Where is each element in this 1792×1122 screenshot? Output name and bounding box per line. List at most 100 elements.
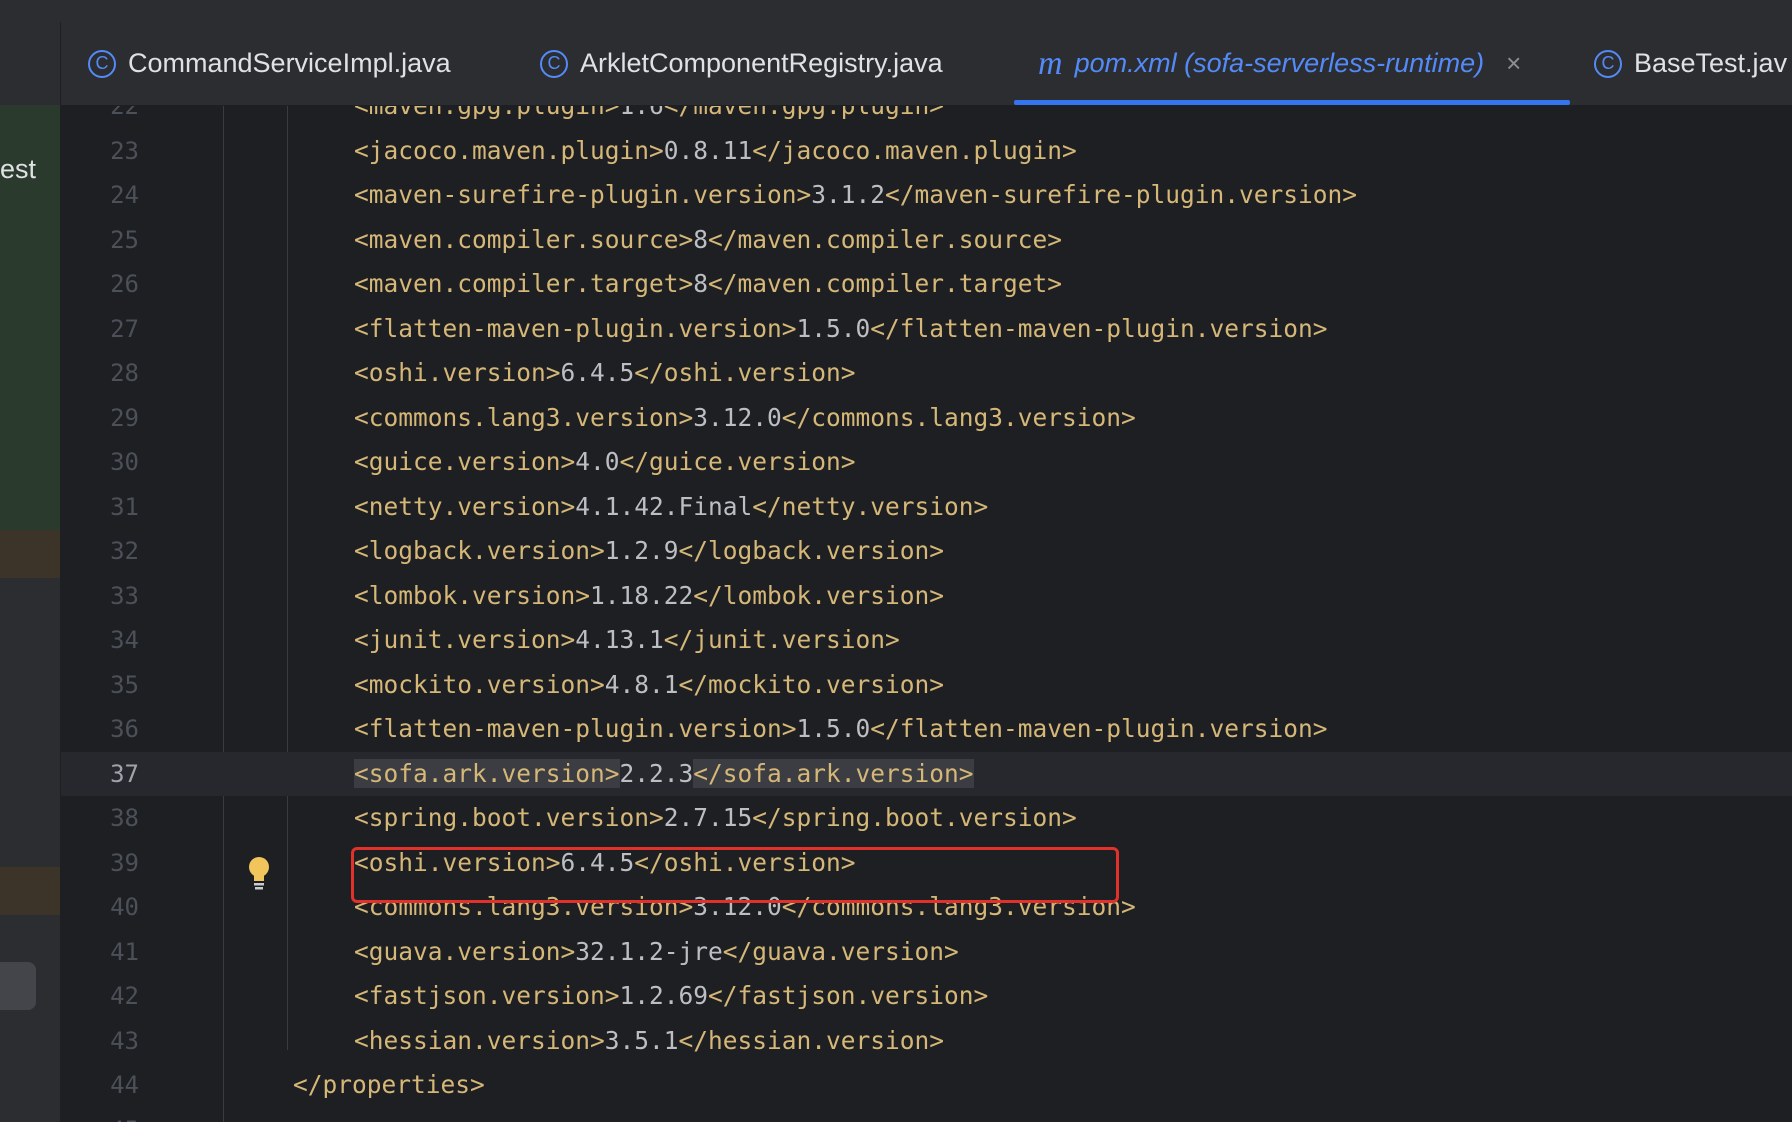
code-line[interactable]: 45 [61,1108,1792,1122]
editor-tab-bar: C CommandServiceImpl.java C ArkletCompon… [61,22,1792,106]
xml-value: 1.2.9 [604,536,679,565]
code-line[interactable]: 28 <oshi.version>6.4.5</oshi.version> [61,351,1792,395]
code-line[interactable]: 38 <spring.boot.version>2.7.15</spring.bo… [61,796,1792,840]
code-line[interactable]: 22 <maven.gpg.plugin>1.6</maven.gpg.plugi… [61,106,1792,128]
xml-open-tag: <sofa.ark.version> [354,758,620,788]
xml-close-tag: </sofa.ark.version> [693,758,974,788]
line-number: 43 [110,1026,139,1055]
xml-open-tag: <jacoco.maven.plugin> [354,135,664,165]
xml-open-tag: <maven.gpg.plugin> [354,106,620,120]
xml-close-tag: </maven-surefire-plugin.version> [885,180,1358,209]
tab-pom-xml[interactable]: m pom.xml (sofa-serverless-runtime) × [1038,22,1521,105]
code-line[interactable]: 44 </properties> [61,1063,1792,1107]
code-text: <logback.version>1.2.9</logback.version> [354,529,944,573]
code-editor[interactable]: 22 <maven.gpg.plugin>1.6</maven.gpg.plugi… [61,106,1792,1122]
xml-value: 2.2.3 [619,758,694,788]
line-number: 22 [110,106,139,120]
line-number: 23 [110,136,139,165]
xml-close-tag: </spring.boot.version> [752,803,1077,832]
xml-open-tag: <netty.version> [354,491,576,521]
line-number: 37 [110,759,139,788]
xml-value: 8 [693,224,709,254]
tab-base-test[interactable]: C BaseTest.jav [1594,22,1787,105]
line-number: 42 [110,982,139,1010]
code-text: <sofa.ark.version>2.2.3</sofa.ark.versio… [354,752,974,796]
xml-value: 4.8.1 [604,669,679,699]
code-line[interactable]: 32 <logback.version>1.2.9</logback.versio… [61,529,1792,573]
tab-label: BaseTest.jav [1634,48,1788,78]
xml-value: 4.0 [575,447,620,476]
code-line[interactable]: 36 <flatten-maven-plugin.version>1.5.0</f… [61,707,1792,751]
xml-close-tag: </logback.version> [678,536,945,565]
line-number: 40 [110,893,139,921]
project-panel-scroll-thumb[interactable] [0,962,36,1010]
project-panel-modified-item[interactable] [0,530,60,578]
code-text: <guava.version>32.1.2-jre</guava.version… [354,930,959,974]
code-line[interactable]: 35 <mockito.version>4.8.1</mockito.versio… [61,663,1792,707]
code-text: <maven.compiler.target>8</maven.compiler… [354,262,1062,306]
close-icon[interactable]: × [1506,48,1521,79]
xml-open-tag: <guava.version> [354,936,576,966]
project-panel-header [0,22,60,105]
line-number: 32 [110,537,139,565]
xml-value: 3.12.0 [693,402,782,432]
xml-close-tag: </lombok.version> [693,580,945,610]
project-panel-modified-item[interactable] [0,867,60,915]
tab-arklet-component-registry[interactable]: C ArkletComponentRegistry.java [540,22,943,105]
code-text: <fastjson.version>1.2.69</fastjson.versi… [354,974,988,1018]
tab-command-service-impl[interactable]: C CommandServiceImpl.java [88,22,451,105]
code-line[interactable]: 41 <guava.version>32.1.2-jre</guava.versi… [61,930,1792,974]
line-number: 33 [110,581,139,610]
xml-value: 3.1.2 [811,180,886,209]
lightbulb-icon[interactable] [244,855,274,891]
code-line[interactable]: 24 <maven-surefire-plugin.version>3.1.2</… [61,173,1792,217]
xml-value: 1.5.0 [796,313,871,343]
line-number: 45 [61,1108,139,1122]
code-line[interactable]: 26 <maven.compiler.target>8</maven.compil… [61,262,1792,306]
code-text: <junit.version>4.13.1</junit.version> [354,618,900,662]
code-line[interactable]: 43 <hessian.version>3.5.1</hessian.versio… [61,1019,1792,1063]
xml-close-tag: </flatten-maven-plugin.version> [870,313,1328,343]
xml-open-tag: <flatten-maven-plugin.version> [354,714,797,743]
code-line[interactable]: 30 <guice.version>4.0</guice.version> [61,440,1792,484]
class-icon: C [540,49,568,78]
code-text: <maven-surefire-plugin.version>3.1.2</ma… [354,173,1357,217]
code-line[interactable]: 29 <commons.lang3.version>3.12.0</commons… [61,396,1792,440]
xml-close-tag: </flatten-maven-plugin.version> [870,714,1328,743]
xml-close-tag: </maven.compiler.target> [708,269,1063,298]
xml-open-tag: <maven.compiler.target> [354,269,694,298]
code-line[interactable]: 37 <sofa.ark.version>2.2.3</sofa.ark.vers… [61,751,1792,796]
xml-value: 8 [693,269,709,298]
line-number: 31 [110,492,139,521]
code-text: <maven.gpg.plugin>1.6</maven.gpg.plugin> [354,106,944,128]
xml-open-tag: </properties> [293,1070,485,1099]
project-panel: est [0,22,61,1122]
line-number: 30 [110,448,139,476]
xml-open-tag: <lombok.version> [354,580,591,610]
code-line[interactable]: 31 <netty.version>4.1.42.Final</netty.ver… [61,485,1792,529]
xml-close-tag: </guice.version> [619,447,856,476]
xml-open-tag: <maven-surefire-plugin.version> [354,180,812,209]
xml-open-tag: <maven.compiler.source> [354,224,694,254]
code-line[interactable]: 27 <flatten-maven-plugin.version>1.5.0</f… [61,307,1792,351]
code-line[interactable]: 25 <maven.compiler.source>8</maven.compil… [61,218,1792,262]
xml-value: 32.1.2-jre [575,936,723,966]
xml-value: 1.2.69 [619,981,709,1010]
xml-close-tag: </jacoco.maven.plugin> [752,135,1077,165]
xml-open-tag: <flatten-maven-plugin.version> [354,313,797,343]
class-icon: C [88,49,116,78]
title-bar [0,0,1792,22]
code-line[interactable]: 34 <junit.version>4.13.1</junit.version> [61,618,1792,662]
xml-value: 1.18.22 [590,580,694,610]
code-text: <netty.version>4.1.42.Final</netty.versi… [354,485,988,529]
code-text: <oshi.version>6.4.5</oshi.version> [354,351,856,395]
code-line[interactable]: 23 <jacoco.maven.plugin>0.8.11</jacoco.ma… [61,129,1792,173]
xml-close-tag: </maven.compiler.source> [708,224,1063,254]
xml-close-tag: </guava.version> [722,936,959,966]
code-line[interactable]: 33 <lombok.version>1.18.22</lombok.versio… [61,574,1792,618]
xml-open-tag: <guice.version> [354,447,576,476]
code-line[interactable]: 42 <fastjson.version>1.2.69</fastjson.ver… [61,974,1792,1018]
code-text: <flatten-maven-plugin.version>1.5.0</fla… [354,707,1328,751]
tab-label: CommandServiceImpl.java [128,48,451,78]
line-number: 24 [110,181,139,209]
